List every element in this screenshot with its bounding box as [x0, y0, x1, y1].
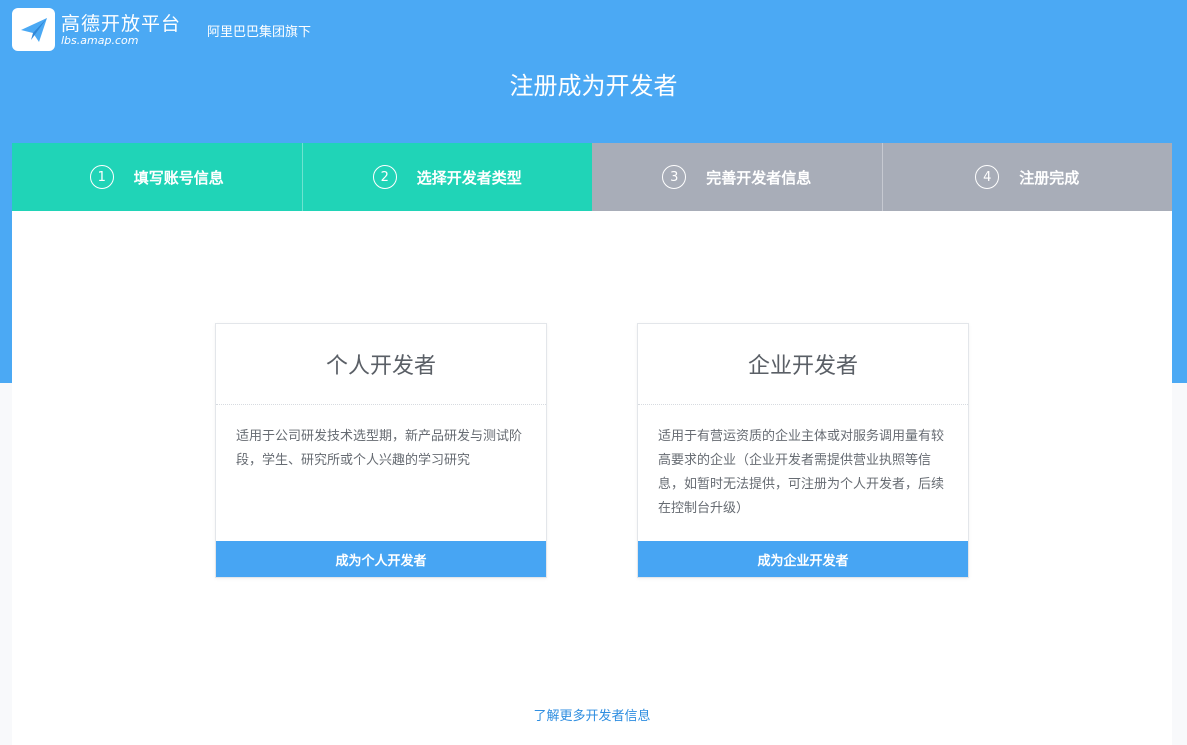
- card-description: 适用于公司研发技术选型期，新产品研发与测试阶段，学生、研究所或个人兴趣的学习研究: [236, 429, 523, 468]
- step-label: 选择开发者类型: [416, 168, 522, 187]
- step-label: 完善开发者信息: [706, 168, 812, 187]
- card-title: 个人开发者: [216, 324, 546, 405]
- step-number: 4: [975, 165, 1000, 189]
- become-personal-developer-button[interactable]: 成为个人开发者: [216, 541, 546, 577]
- step-complete-info: 3 完善开发者信息: [592, 143, 883, 211]
- paper-plane-logo-icon: [12, 8, 55, 51]
- learn-more-link[interactable]: 了解更多开发者信息: [12, 705, 1172, 724]
- step-number: 3: [662, 165, 687, 189]
- enterprise-developer-card: 企业开发者 适用于有营运资质的企业主体或对服务调用量有较高要求的企业（企业开发者…: [637, 323, 969, 578]
- step-finished: 4 注册完成: [882, 143, 1172, 211]
- become-enterprise-developer-button[interactable]: 成为企业开发者: [638, 541, 968, 577]
- card-description: 适用于有营运资质的企业主体或对服务调用量有较高要求的企业（企业开发者需提供营业执…: [658, 429, 945, 516]
- group-affiliation: 阿里巴巴集团旗下: [207, 25, 312, 40]
- logo-text: 高德开放平台 lbs.amap.com: [61, 13, 181, 47]
- logo[interactable]: 高德开放平台 lbs.amap.com: [12, 8, 181, 51]
- registration-panel: 1 填写账号信息 2 选择开发者类型 3 完善开发者信息 4 注册完成 个人开发…: [12, 143, 1172, 745]
- step-number: 1: [89, 165, 114, 189]
- logo-title: 高德开放平台: [61, 12, 182, 35]
- step-choose-type: 2 选择开发者类型: [302, 143, 592, 211]
- step-fill-account: 1 填写账号信息: [12, 143, 303, 211]
- step-label: 填写账号信息: [133, 168, 224, 187]
- page: 高德开放平台 lbs.amap.com 阿里巴巴集团旗下 注册成为开发者 1 填…: [0, 0, 1187, 745]
- page-title: 注册成为开发者: [509, 72, 678, 100]
- step-label: 注册完成: [1019, 168, 1080, 187]
- personal-developer-card: 个人开发者 适用于公司研发技术选型期，新产品研发与测试阶段，学生、研究所或个人兴…: [215, 323, 547, 578]
- step-progress-bar: 1 填写账号信息 2 选择开发者类型 3 完善开发者信息 4 注册完成: [12, 143, 1172, 211]
- card-title: 企业开发者: [638, 324, 968, 405]
- step-number: 2: [372, 165, 397, 189]
- logo-subtitle: lbs.amap.com: [61, 33, 139, 47]
